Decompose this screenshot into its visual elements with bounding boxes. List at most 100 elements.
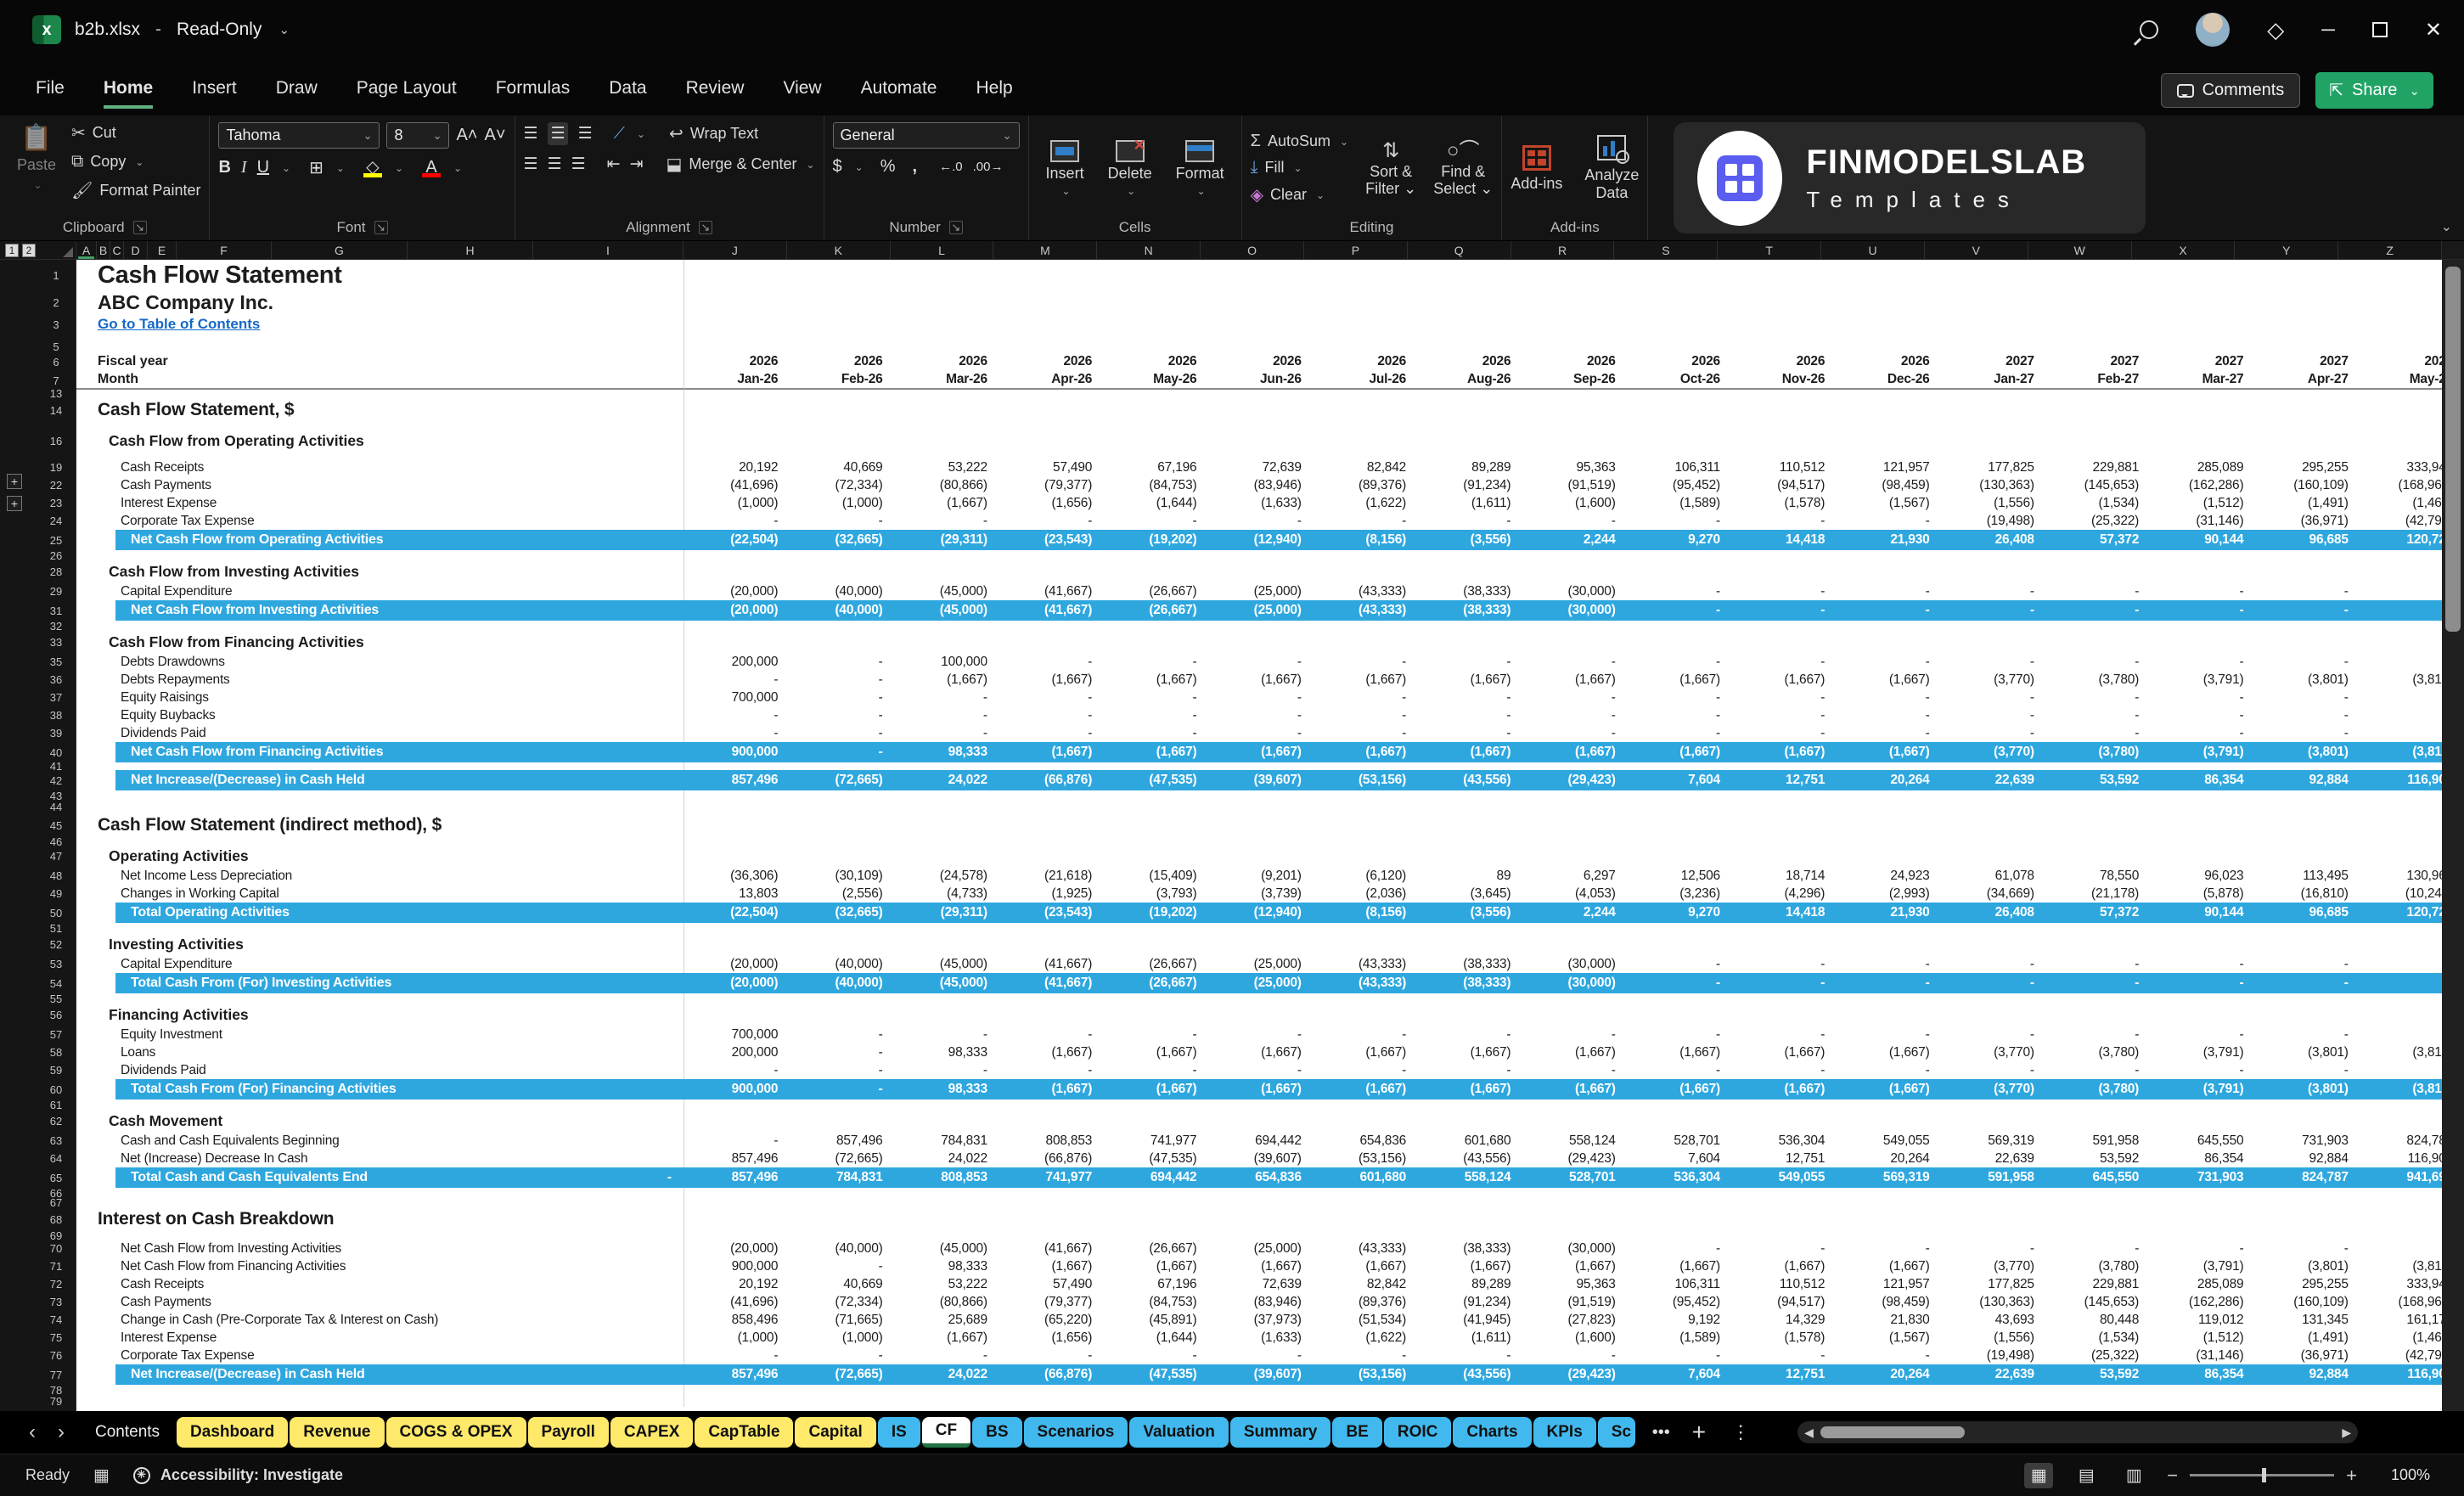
- cell[interactable]: 741,977: [999, 1167, 1103, 1188]
- cell[interactable]: [1836, 561, 1940, 582]
- cell[interactable]: [894, 1396, 999, 1407]
- cell[interactable]: [2254, 1004, 2359, 1026]
- cell[interactable]: [1731, 790, 1836, 801]
- row-label-cell[interactable]: Month: [76, 371, 684, 390]
- cell[interactable]: (91,519): [1522, 1293, 1626, 1311]
- align-center-button[interactable]: ☰: [548, 155, 562, 174]
- cell[interactable]: [894, 762, 999, 770]
- column-header-G[interactable]: G: [272, 241, 408, 259]
- cell[interactable]: [1417, 335, 1522, 341]
- cell[interactable]: [1836, 550, 1940, 561]
- cell[interactable]: (91,234): [1417, 476, 1522, 494]
- cell[interactable]: 89,289: [1417, 458, 1522, 476]
- cell[interactable]: [2150, 550, 2254, 561]
- cell[interactable]: -: [2150, 955, 2254, 973]
- cell[interactable]: [999, 923, 1103, 934]
- cell[interactable]: 536,304: [1731, 1132, 1836, 1150]
- cell[interactable]: (95,452): [1627, 476, 1731, 494]
- cell[interactable]: [789, 260, 893, 290]
- orientation-button[interactable]: ⟋: [614, 125, 625, 143]
- cell[interactable]: (26,667): [1103, 955, 1207, 973]
- cell[interactable]: [999, 423, 1103, 430]
- cell[interactable]: -: [1522, 653, 1626, 671]
- cell[interactable]: [1417, 762, 1522, 770]
- cell[interactable]: 106,311: [1627, 458, 1731, 476]
- cell[interactable]: [1207, 397, 1312, 423]
- cell[interactable]: [1207, 423, 1312, 430]
- cell[interactable]: (65,220): [999, 1311, 1103, 1329]
- row-label-cell[interactable]: Debts Drawdowns: [76, 653, 684, 671]
- cell[interactable]: (3,801): [2254, 671, 2359, 689]
- cell[interactable]: -: [2150, 724, 2254, 742]
- cell[interactable]: -: [1417, 1347, 1522, 1364]
- cell[interactable]: [2150, 801, 2254, 813]
- zoom-slider[interactable]: − +: [2167, 1465, 2357, 1487]
- cell[interactable]: (22,504): [684, 530, 789, 550]
- cell[interactable]: [894, 1111, 999, 1132]
- cell[interactable]: [1731, 923, 1836, 934]
- cell[interactable]: [1522, 1385, 1626, 1396]
- cell[interactable]: [1836, 801, 1940, 813]
- comma-style-button[interactable]: ,: [913, 157, 918, 177]
- cell[interactable]: [1522, 1206, 1626, 1232]
- copy-button[interactable]: ⧉ Copy ⌄: [71, 152, 200, 172]
- cell[interactable]: [1522, 397, 1626, 423]
- cell[interactable]: -: [1941, 653, 2045, 671]
- cell[interactable]: (1,667): [1836, 1043, 1940, 1061]
- cell[interactable]: (98,459): [1836, 476, 1940, 494]
- row-number[interactable]: 35: [0, 653, 76, 671]
- select-all-corner[interactable]: [63, 247, 73, 257]
- font-size-select[interactable]: 8 ⌄: [386, 122, 450, 149]
- menu-tab-insert[interactable]: Insert: [192, 78, 237, 109]
- cell[interactable]: [1103, 397, 1207, 423]
- cell[interactable]: (5,878): [2150, 885, 2254, 903]
- cell[interactable]: [789, 1385, 893, 1396]
- cell[interactable]: Jan-27: [1941, 371, 2045, 388]
- cell[interactable]: [684, 621, 789, 632]
- close-button[interactable]: ✕: [2425, 18, 2442, 42]
- cell[interactable]: [1522, 452, 1626, 458]
- cell[interactable]: 72,639: [1207, 1275, 1312, 1293]
- cell[interactable]: [1207, 632, 1312, 653]
- row-label-cell[interactable]: Net Cash Flow from Financing Activities: [76, 1257, 684, 1275]
- cell[interactable]: [1627, 993, 1731, 1004]
- cell[interactable]: (16,810): [2254, 885, 2359, 903]
- cell[interactable]: [894, 993, 999, 1004]
- cell[interactable]: [1522, 423, 1626, 430]
- cell[interactable]: [2254, 1111, 2359, 1132]
- cell[interactable]: [894, 314, 999, 335]
- cell[interactable]: -: [1941, 706, 2045, 724]
- cell[interactable]: [999, 341, 1103, 352]
- cell[interactable]: [999, 1206, 1103, 1232]
- cell[interactable]: [1836, 397, 1940, 423]
- cell[interactable]: [684, 390, 789, 397]
- cell[interactable]: (3,780): [2045, 671, 2150, 689]
- cell[interactable]: (38,333): [1417, 1240, 1522, 1257]
- premium-diamond-icon[interactable]: ◇: [2267, 17, 2284, 43]
- cell[interactable]: (45,000): [894, 600, 999, 621]
- cell[interactable]: (3,645): [1417, 885, 1522, 903]
- cell[interactable]: [684, 452, 789, 458]
- cell[interactable]: [1836, 314, 1940, 335]
- cell[interactable]: 89,289: [1417, 1275, 1522, 1293]
- cell[interactable]: [894, 846, 999, 867]
- cell[interactable]: [894, 1100, 999, 1111]
- cell[interactable]: (32,665): [789, 903, 893, 923]
- cell[interactable]: (41,696): [684, 1293, 789, 1311]
- cell[interactable]: -: [2045, 689, 2150, 706]
- menu-tab-draw[interactable]: Draw: [276, 78, 318, 109]
- cell[interactable]: 2027: [2254, 352, 2359, 371]
- cell[interactable]: [2254, 838, 2359, 846]
- cell[interactable]: -: [1627, 724, 1731, 742]
- row-number[interactable]: [0, 423, 76, 430]
- cell[interactable]: [1731, 1385, 1836, 1396]
- row-label-cell[interactable]: [76, 1100, 684, 1111]
- row-label-cell[interactable]: Change in Cash (Pre-Corporate Tax & Inte…: [76, 1311, 684, 1329]
- cell[interactable]: [789, 314, 893, 335]
- row-label-cell[interactable]: [76, 423, 684, 430]
- cell[interactable]: 900,000: [684, 742, 789, 762]
- chevron-down-icon[interactable]: ⌄: [278, 22, 290, 37]
- cell[interactable]: [1313, 934, 1417, 955]
- cell[interactable]: (80,866): [894, 1293, 999, 1311]
- cell[interactable]: -: [1627, 582, 1731, 600]
